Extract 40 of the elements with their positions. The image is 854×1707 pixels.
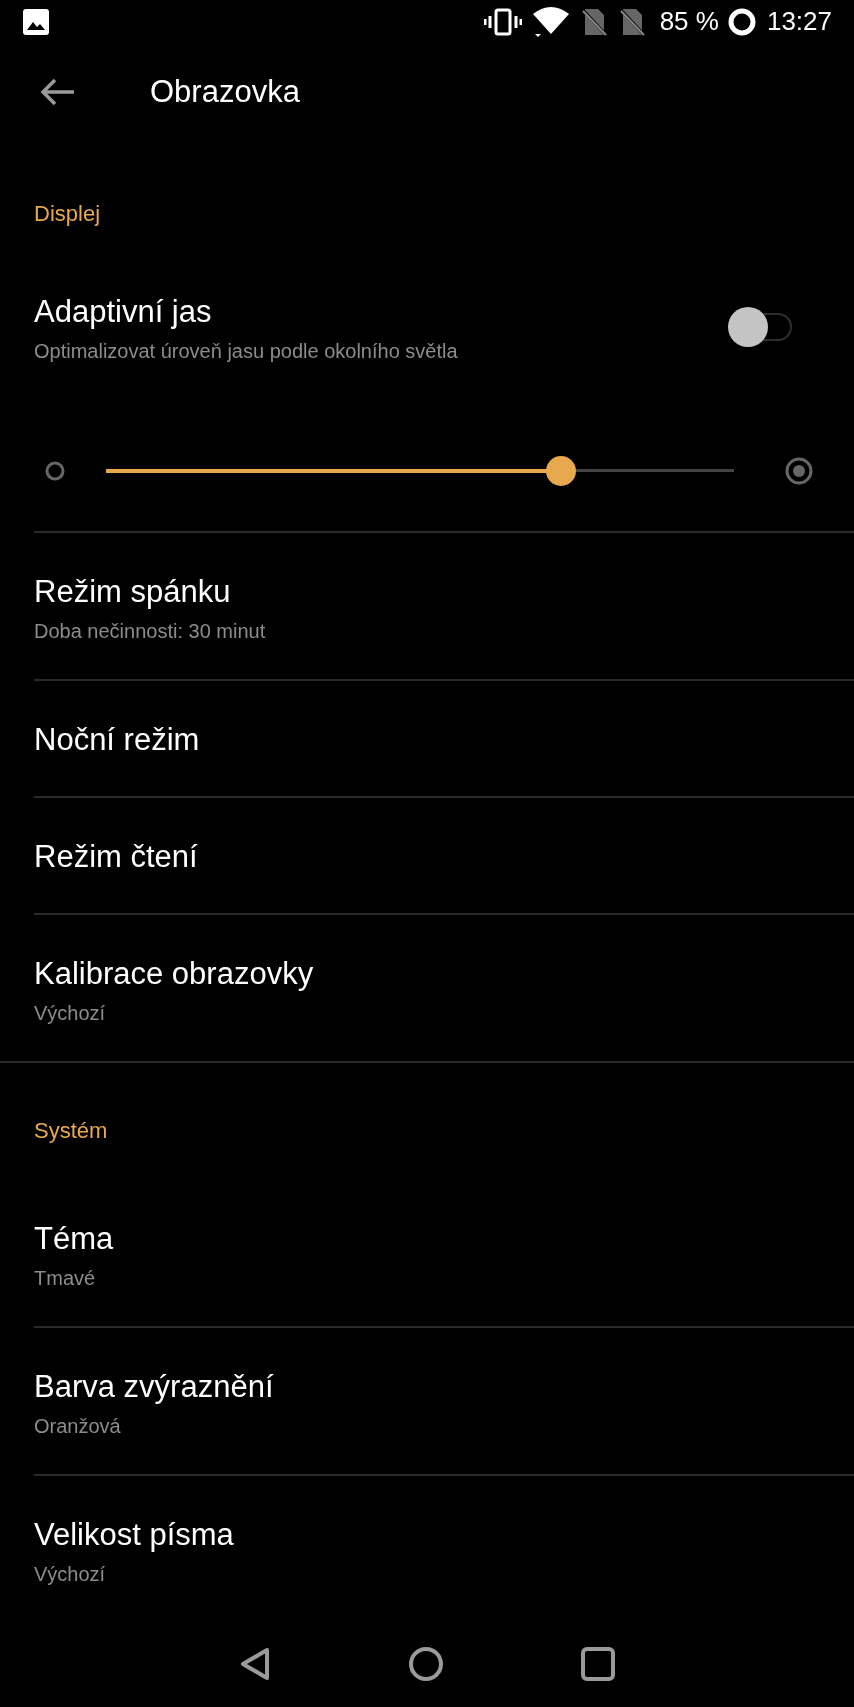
battery-percent: 85 %	[659, 5, 719, 39]
settings-row[interactable]: Velikost písma Výchozí	[0, 1475, 854, 1622]
back-arrow-icon[interactable]	[40, 77, 76, 108]
settings-row[interactable]: Noční režim	[0, 680, 854, 796]
no-sim-icon	[617, 7, 646, 37]
battery-ring-icon	[726, 7, 757, 37]
back-nav-icon[interactable]	[239, 1647, 271, 1682]
setting-subtitle: Výchozí	[34, 1000, 107, 1026]
clock-time: 13:27	[766, 5, 832, 39]
setting-subtitle: Oranžová	[34, 1413, 122, 1439]
settings-row[interactable]: Barva zvýraznění Oranžová	[0, 1327, 854, 1474]
setting-title: Režim čtení	[34, 837, 199, 876]
setting-title: Téma	[34, 1219, 115, 1258]
setting-title: Barva zvýraznění	[34, 1367, 275, 1406]
section-header: Displej	[34, 200, 101, 226]
setting-title: Režim spánku	[34, 572, 232, 611]
settings-row[interactable]: Adaptivní jas Optimalizovat úroveň jasu podle okolního světla	[0, 276, 854, 411]
low-brightness-icon	[44, 459, 66, 482]
screen-title: Obrazovka	[150, 73, 300, 112]
setting-title: Noční režim	[34, 720, 201, 759]
setting-title: Adaptivní jas	[34, 292, 213, 331]
settings-row[interactable]: Téma Tmavé	[0, 1179, 854, 1326]
settings-row[interactable]: Kalibrace obrazovky Výchozí	[0, 914, 854, 1061]
wifi-icon	[531, 6, 570, 38]
section-header: Systém	[34, 1117, 108, 1143]
setting-title: Kalibrace obrazovky	[34, 954, 315, 993]
settings-row[interactable]: Režim spánku Doba nečinnosti: 30 minut	[0, 532, 854, 679]
setting-subtitle: Výchozí	[34, 1561, 107, 1587]
setting-title: Velikost písma	[34, 1515, 235, 1554]
settings-row[interactable]: Režim čtení	[0, 797, 854, 913]
setting-subtitle: Doba nečinnosti: 30 minut	[34, 618, 267, 644]
toggle-switch[interactable]	[728, 306, 794, 347]
image-icon	[22, 8, 50, 36]
home-nav-icon[interactable]	[409, 1647, 443, 1682]
high-brightness-icon	[784, 455, 814, 486]
setting-subtitle: Tmavé	[34, 1265, 97, 1291]
no-sim-icon	[579, 7, 608, 37]
recents-nav-icon[interactable]	[581, 1647, 615, 1682]
setting-subtitle: Optimalizovat úroveň jasu podle okolního světla	[34, 338, 459, 364]
vibrate-icon	[483, 8, 522, 36]
